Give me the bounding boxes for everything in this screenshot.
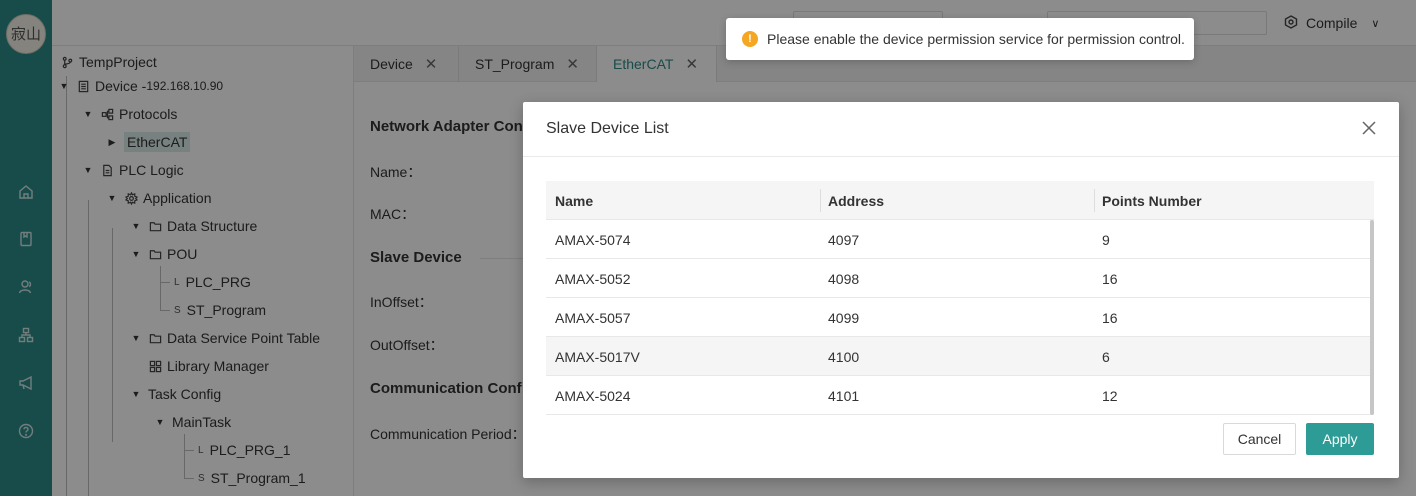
table-row[interactable]: AMAX-5017V 4100 6 [546,337,1370,376]
table-row[interactable]: AMAX-5074 4097 9 [546,220,1370,259]
dialog-title: Slave Device List [546,120,669,137]
table-scrollbar[interactable] [1370,220,1374,415]
cell-name: AMAX-5017V [555,348,640,365]
cell-points: 16 [1102,309,1118,326]
permission-notification: ! Please enable the device permission se… [726,18,1194,60]
scrollbar-thumb[interactable] [1370,220,1374,415]
slave-device-dialog: Slave Device List Name Address Points Nu… [523,102,1399,478]
cell-name: AMAX-5024 [555,387,631,404]
cell-points: 6 [1102,348,1110,365]
cell-address: 4098 [828,270,860,287]
cell-address: 4099 [828,309,860,326]
dialog-header: Slave Device List [523,102,1399,157]
column-divider [820,189,821,212]
cell-name: AMAX-5057 [555,309,631,326]
cancel-button[interactable]: Cancel [1223,423,1296,455]
cell-name: AMAX-5052 [555,270,631,287]
column-header-address: Address [828,192,885,209]
column-header-points: Points Number [1102,192,1202,209]
cell-points: 9 [1102,231,1110,248]
warning-icon: ! [742,31,758,47]
table-header: Name Address Points Number [546,181,1374,220]
cell-points: 12 [1102,387,1118,404]
cell-address: 4097 [828,231,860,248]
column-divider [1094,189,1095,212]
table-row[interactable]: AMAX-5024 4101 12 [546,376,1370,415]
column-header-name: Name [555,192,594,209]
notification-message: Please enable the device permission serv… [767,31,1185,47]
cell-name: AMAX-5074 [555,231,631,248]
cell-address: 4101 [828,387,860,404]
apply-button[interactable]: Apply [1306,423,1374,455]
table-row[interactable]: AMAX-5052 4098 16 [546,259,1370,298]
cell-address: 4100 [828,348,860,365]
table-row[interactable]: AMAX-5057 4099 16 [546,298,1370,337]
close-icon[interactable] [1359,118,1379,138]
cell-points: 16 [1102,270,1118,287]
